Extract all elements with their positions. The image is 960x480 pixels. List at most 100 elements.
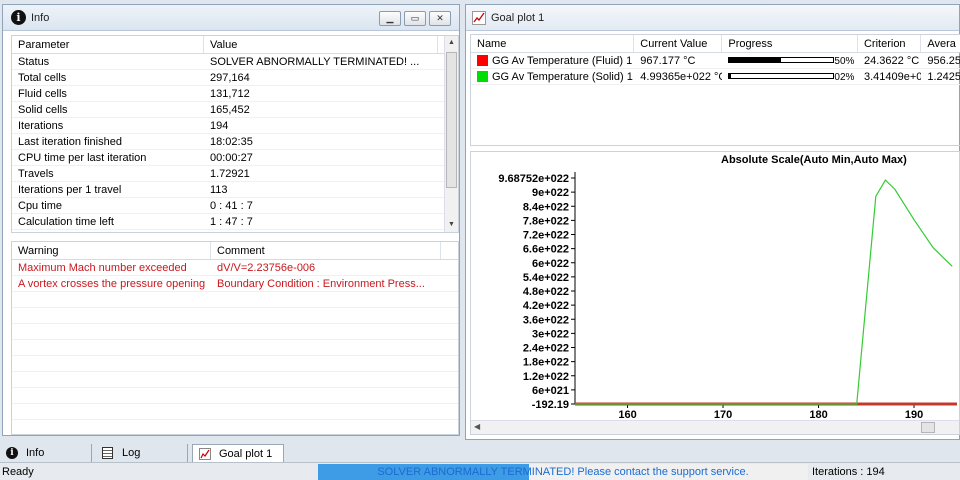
warning-row[interactable]: A vortex crosses the pressure opening Bou… xyxy=(12,276,458,292)
table-row[interactable]: Last iteration finished 18:02:35 xyxy=(12,134,458,150)
close-button[interactable]: ✕ xyxy=(429,11,451,26)
y-tick-label: 8.4e+022 xyxy=(523,201,569,213)
warning-row[interactable]: Maximum Mach number exceeded dV/V=2.23756… xyxy=(12,260,458,276)
goal-progress-bar xyxy=(728,57,835,63)
x-tick-label: 170 xyxy=(714,409,732,420)
parameter-value: 131,712 xyxy=(210,88,250,100)
warning-comment: Boundary Condition : Environment Press..… xyxy=(217,278,425,290)
y-tick-label: 4.2e+022 xyxy=(523,300,569,312)
x-tick-label: 190 xyxy=(905,409,923,420)
parameter-value: 1.72921 xyxy=(210,168,250,180)
info-window: i Info ▁ ▭ ✕ Parameter Value Status SOLVE… xyxy=(2,4,460,436)
parameter-name: Iterations xyxy=(18,120,64,132)
y-tick-label: 5.4e+022 xyxy=(523,272,569,284)
info-icon: i xyxy=(11,10,26,25)
goal-progress-fill xyxy=(729,74,732,78)
average-column-header[interactable]: Avera xyxy=(921,35,960,52)
table-row[interactable]: Iterations per 1 travel 113 xyxy=(12,182,458,198)
goal-chart: Absolute Scale(Auto Min,Auto Max) 9.68752… xyxy=(470,151,960,435)
tab-log[interactable]: Log xyxy=(96,444,188,462)
parameter-name: Travels xyxy=(18,168,54,180)
series-solid-line xyxy=(575,179,953,405)
empty-row xyxy=(12,372,458,388)
goal-chart-svg: Absolute Scale(Auto Min,Auto Max) 9.68752… xyxy=(498,154,957,420)
progress-column-header[interactable]: Progress xyxy=(722,35,858,52)
table-row[interactable]: CPU time per last iteration 00:00:27 xyxy=(12,150,458,166)
parameter-scrollbar[interactable]: ▲ ▼ xyxy=(444,36,458,232)
goal-criterion: 3.41409e+02 xyxy=(864,71,921,83)
goal-plot-icon xyxy=(472,10,486,25)
tab-info-label: Info xyxy=(26,447,45,459)
current-value-column-header[interactable]: Current Value xyxy=(634,35,723,52)
value-column-header[interactable]: Value xyxy=(204,36,438,53)
scrollbar-thumb[interactable] xyxy=(446,52,457,188)
y-tick-label: 3e+022 xyxy=(532,328,569,340)
table-row[interactable]: Calculation time left 1 : 47 : 7 xyxy=(12,214,458,230)
comment-column-header[interactable]: Comment xyxy=(211,242,441,259)
y-tick-label: 3.6e+022 xyxy=(523,314,569,326)
y-tick-label: 1.8e+022 xyxy=(523,357,569,369)
chart-horizontal-scrollbar[interactable]: ◀ xyxy=(471,420,959,434)
x-tick-label: 180 xyxy=(809,409,827,420)
goal-average: 1.2425 xyxy=(927,71,960,83)
status-iterations: Iterations : 194 xyxy=(812,466,885,478)
goal-row[interactable]: GG Av Temperature (Fluid) 1 967.177 °C 50%… xyxy=(471,53,960,69)
empty-row xyxy=(12,292,458,308)
minimize-button[interactable]: ▁ xyxy=(379,11,401,26)
scroll-up-arrow-icon[interactable]: ▲ xyxy=(445,36,458,50)
table-row[interactable]: Fluid cells 131,712 xyxy=(12,86,458,102)
goal-progress-cell: 50% xyxy=(722,53,858,68)
status-message: SOLVER ABNORMALLY TERMINATED! Please con… xyxy=(377,466,749,478)
parameter-value: 194 xyxy=(210,120,229,132)
tab-goal-plot[interactable]: Goal plot 1 xyxy=(192,444,284,462)
parameter-value: 00:00:27 xyxy=(210,152,253,164)
table-row[interactable]: Travels 1.72921 xyxy=(12,166,458,182)
goal-name-cell: GG Av Temperature (Solid) 1 xyxy=(471,69,634,84)
table-row[interactable]: Cpu time 0 : 41 : 7 xyxy=(12,198,458,214)
scroll-down-arrow-icon[interactable]: ▼ xyxy=(445,218,458,232)
scroll-left-arrow-icon[interactable]: ◀ xyxy=(474,422,480,431)
name-column-header[interactable]: Name xyxy=(471,35,635,52)
document-tab-bar: i Info Log Goal plot 1 xyxy=(0,444,960,462)
parameter-value: 297,164 xyxy=(210,72,250,84)
info-titlebar: i Info ▁ ▭ ✕ xyxy=(3,5,459,31)
table-row[interactable]: Iterations 194 xyxy=(12,118,458,134)
info-window-title: Info xyxy=(31,11,50,24)
empty-row xyxy=(12,308,458,324)
table-row[interactable]: Total cells 297,164 xyxy=(12,70,458,86)
warning-column-header[interactable]: Warning xyxy=(12,242,211,259)
warning-comment: dV/V=2.23756e-006 xyxy=(217,262,316,274)
goal-row[interactable]: GG Av Temperature (Solid) 1 4.99365e+022 … xyxy=(471,69,960,85)
parameter-value: 113 xyxy=(210,184,228,196)
parameter-name: Status xyxy=(18,56,50,68)
parameter-column-header[interactable]: Parameter xyxy=(12,36,204,53)
table-row[interactable]: Solid cells 165,452 xyxy=(12,102,458,118)
parameter-name: Calculation time left xyxy=(18,216,114,228)
tab-info[interactable]: i Info xyxy=(0,444,92,462)
solver-progress-bar: SOLVER ABNORMALLY TERMINATED! Please con… xyxy=(318,464,808,480)
goal-plot-icon xyxy=(199,447,211,460)
parameter-value: 18:02:35 xyxy=(210,136,253,148)
warning-text: A vortex crosses the pressure opening xyxy=(18,278,206,290)
info-icon: i xyxy=(6,447,18,459)
goal-current-value: 4.99365e+022 °C xyxy=(640,71,723,83)
y-tick-label: 7.2e+022 xyxy=(523,230,569,242)
criterion-column-header[interactable]: Criterion xyxy=(858,35,922,52)
warning-text: Maximum Mach number exceeded xyxy=(18,262,187,274)
y-tick-label: -192.19 xyxy=(532,399,569,411)
table-row[interactable]: Status SOLVER ABNORMALLY TERMINATED! ... xyxy=(12,54,458,70)
goal-name: GG Av Temperature (Solid) 1 xyxy=(492,71,633,83)
y-tick-label: 6e+021 xyxy=(532,385,569,397)
log-icon xyxy=(102,447,113,459)
empty-row xyxy=(12,388,458,404)
y-tick-label: 9e+022 xyxy=(532,187,569,199)
parameter-name: Iterations per 1 travel xyxy=(18,184,122,196)
goal-progress-percent: 02% xyxy=(834,72,855,83)
goal-average: 956.25 xyxy=(927,55,960,67)
empty-row xyxy=(12,420,458,434)
scrollbar-thumb[interactable] xyxy=(921,422,935,433)
y-tick-label: 9.68752e+022 xyxy=(498,173,569,185)
restore-button[interactable]: ▭ xyxy=(404,11,426,26)
goal-name: GG Av Temperature (Fluid) 1 xyxy=(492,55,633,67)
y-tick-label: 6.6e+022 xyxy=(523,244,569,256)
